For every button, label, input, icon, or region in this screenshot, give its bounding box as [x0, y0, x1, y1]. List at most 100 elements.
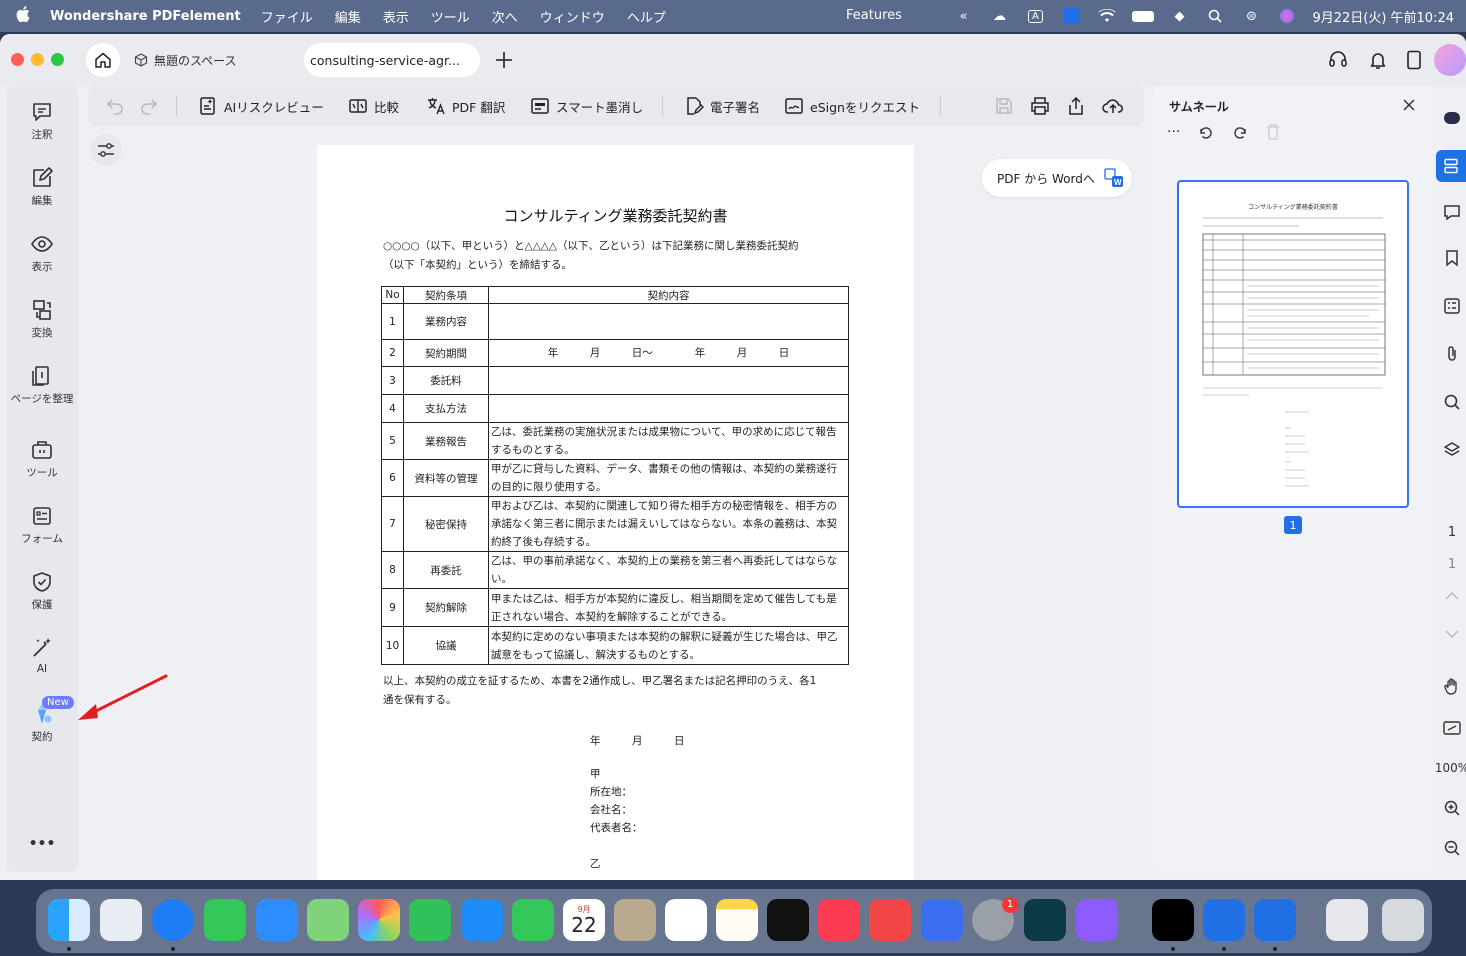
- view-settings-button[interactable]: [90, 134, 122, 166]
- photos-icon[interactable]: [358, 899, 400, 941]
- smart-redact-button[interactable]: スマート墨消し: [530, 94, 643, 118]
- apple-menu-icon[interactable]: [16, 6, 40, 26]
- search-icon[interactable]: [1440, 390, 1464, 414]
- sidebar-item-edit[interactable]: 編集: [6, 166, 78, 208]
- rocket-app-icon[interactable]: [869, 899, 911, 941]
- pdfelement-status-icon[interactable]: [1060, 8, 1082, 24]
- apple-tv-icon[interactable]: [767, 899, 809, 941]
- thumbnail-more-icon[interactable]: ···: [1167, 124, 1180, 144]
- sidebar-item-organize-pages[interactable]: ページを整理: [6, 364, 78, 406]
- new-tab-button[interactable]: [490, 46, 518, 74]
- compare-button[interactable]: 比較: [348, 94, 399, 118]
- attachment-icon[interactable]: [1440, 342, 1464, 366]
- menu-edit[interactable]: 編集: [335, 7, 361, 26]
- form-fields-icon[interactable]: [1440, 294, 1464, 318]
- comments-panel-icon[interactable]: [1440, 200, 1464, 224]
- sidebar-item-ai[interactable]: AI: [6, 636, 78, 675]
- menu-window[interactable]: ウィンドウ: [540, 7, 605, 26]
- thumbnail-panel-toggle[interactable]: [1436, 150, 1466, 182]
- share-button[interactable]: [1066, 94, 1086, 118]
- contacts-icon[interactable]: [614, 899, 656, 941]
- reminders-icon[interactable]: [665, 899, 707, 941]
- sidebar-item-form[interactable]: フォーム: [6, 504, 78, 546]
- device-button[interactable]: [1400, 46, 1428, 74]
- maps-icon[interactable]: [307, 899, 349, 941]
- menu-help[interactable]: ヘルプ: [627, 7, 666, 26]
- current-page-indicator[interactable]: 1: [1440, 520, 1464, 544]
- page-thumbnail[interactable]: コンサルティング業務委託契約書: [1177, 180, 1409, 508]
- notifications-button[interactable]: [1364, 46, 1392, 74]
- print-button[interactable]: [1030, 94, 1050, 118]
- launchpad-icon[interactable]: [100, 899, 142, 941]
- control-center-icon[interactable]: ⊜: [1240, 8, 1262, 24]
- save-button[interactable]: [994, 94, 1014, 118]
- zoom-window-button[interactable]: [51, 53, 64, 66]
- double-chevron-left-icon[interactable]: «: [952, 8, 974, 24]
- e-signature-button[interactable]: 電子署名: [684, 94, 760, 118]
- home-button[interactable]: [86, 43, 120, 77]
- messages-icon[interactable]: [204, 899, 246, 941]
- delete-page-icon[interactable]: [1266, 124, 1280, 144]
- menu-go[interactable]: 次へ: [492, 7, 518, 26]
- features-menu[interactable]: Features: [846, 8, 902, 23]
- chevron-down-icon[interactable]: [1440, 622, 1464, 646]
- pdf-to-word-button[interactable]: PDF から Wordへ W: [982, 159, 1132, 197]
- music-icon[interactable]: [818, 899, 860, 941]
- layers-icon[interactable]: [1440, 438, 1464, 462]
- sidebar-more-button[interactable]: •••: [6, 836, 78, 852]
- pdf-page[interactable]: コンサルティング業務委託契約書 ○○○○（以下、甲という）と△△△△（以下、乙と…: [317, 145, 914, 880]
- chevron-up-icon[interactable]: [1440, 584, 1464, 608]
- sidebar-item-protect[interactable]: 保護: [6, 570, 78, 612]
- hand-tool-icon[interactable]: [1440, 674, 1464, 698]
- trash-icon[interactable]: [1382, 899, 1424, 941]
- document-tab[interactable]: consulting-service-agr...: [304, 43, 480, 77]
- ai-risk-review-button[interactable]: AIリスクレビュー: [198, 94, 324, 118]
- menu-view[interactable]: 表示: [383, 7, 409, 26]
- feedback-icon[interactable]: [1076, 899, 1118, 941]
- sidebar-item-convert[interactable]: 変換: [6, 298, 78, 340]
- fit-page-icon[interactable]: [1440, 716, 1464, 740]
- calendar-icon[interactable]: 9月 22: [563, 899, 605, 941]
- stocks-app-icon[interactable]: [1024, 899, 1066, 941]
- redo-button[interactable]: [140, 94, 158, 118]
- minimize-window-button[interactable]: [31, 53, 44, 66]
- rotate-left-icon[interactable]: [1198, 124, 1214, 144]
- mail-icon[interactable]: [256, 899, 298, 941]
- sidebar-item-view[interactable]: 表示: [6, 232, 78, 274]
- close-thumbnail-panel-button[interactable]: [1403, 96, 1415, 115]
- sidebar-item-contract[interactable]: New 契約: [6, 696, 78, 744]
- zoom-in-icon[interactable]: [1440, 796, 1464, 820]
- cloud-upload-button[interactable]: [1102, 94, 1124, 118]
- facetime-icon[interactable]: [409, 899, 451, 941]
- finder-icon[interactable]: [48, 899, 90, 941]
- ai-assistant-icon[interactable]: [1440, 106, 1464, 130]
- menu-tools[interactable]: ツール: [431, 7, 470, 26]
- zoom-level[interactable]: 100%: [1435, 756, 1466, 780]
- input-source-icon[interactable]: A: [1024, 8, 1046, 24]
- wondershare-icon[interactable]: [1152, 899, 1194, 941]
- cloud-icon[interactable]: ☁: [988, 8, 1010, 24]
- pdf-translate-button[interactable]: PDF 翻訳: [426, 94, 505, 118]
- space-tab[interactable]: 無題のスペース: [124, 43, 304, 77]
- layers-status-icon[interactable]: ◆: [1168, 8, 1190, 24]
- wifi-icon[interactable]: [1096, 8, 1118, 24]
- safari-icon[interactable]: [152, 899, 194, 941]
- app-store-icon[interactable]: [461, 899, 503, 941]
- zoom-out-icon[interactable]: [1440, 836, 1464, 860]
- window-preview-icon[interactable]: [1326, 899, 1368, 941]
- support-button[interactable]: [1324, 46, 1352, 74]
- close-window-button[interactable]: [11, 53, 24, 66]
- sidebar-item-annotate[interactable]: 注釈: [6, 100, 78, 142]
- battery-icon[interactable]: [1132, 8, 1155, 24]
- undo-button[interactable]: [106, 94, 124, 118]
- menubar-clock[interactable]: 9月22日(火) 午前10:24: [1312, 7, 1454, 26]
- app-name-menu[interactable]: Wondershare PDFelement: [50, 9, 241, 24]
- menu-file[interactable]: ファイル: [261, 7, 313, 26]
- pdfelement-alt-icon[interactable]: [1254, 899, 1296, 941]
- sidebar-item-tools[interactable]: ツール: [6, 438, 78, 480]
- user-avatar[interactable]: [1434, 44, 1466, 76]
- request-esign-button[interactable]: eSignをリクエスト: [784, 94, 920, 118]
- spotlight-search-icon[interactable]: [1204, 8, 1226, 24]
- remote-app-icon[interactable]: [921, 899, 963, 941]
- bookmark-icon[interactable]: [1440, 246, 1464, 270]
